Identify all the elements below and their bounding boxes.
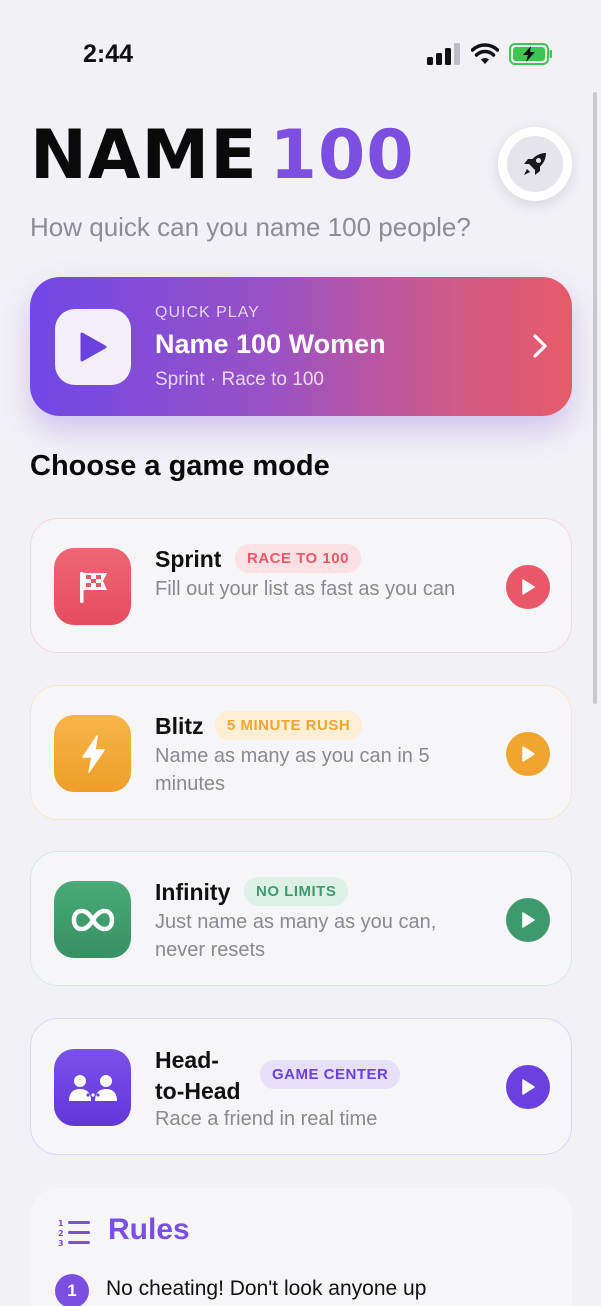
app-title-word: NAME <box>30 116 258 195</box>
cellular-signal-icon <box>427 43 460 65</box>
infinity-icon <box>71 908 114 931</box>
rocket-button[interactable] <box>498 127 572 201</box>
mode-title: Blitz <box>155 713 204 739</box>
rules-title: Rules <box>108 1213 190 1246</box>
numbered-list-icon: 1 2 3 <box>58 1219 90 1248</box>
play-button[interactable] <box>506 565 550 609</box>
play-icon <box>522 746 535 762</box>
play-icon <box>80 332 107 362</box>
rule-number-badge: 1 <box>55 1274 89 1306</box>
play-icon <box>522 579 535 595</box>
svg-text:1: 1 <box>58 1219 64 1228</box>
mode-card-sprint[interactable]: Sprint RACE TO 100 Fill out your list as… <box>30 518 572 653</box>
two-people-icon <box>68 1074 117 1101</box>
mode-icon-box <box>54 715 131 792</box>
mode-badge: NO LIMITS <box>244 877 349 906</box>
mode-badge: 5 MINUTE RUSH <box>215 711 363 740</box>
app-title: NAME 100 <box>30 116 415 195</box>
subtitle: How quick can you name 100 people? <box>30 212 471 242</box>
section-title: Choose a game mode <box>30 450 330 482</box>
play-button[interactable] <box>506 732 550 776</box>
mode-title: Infinity <box>155 879 231 905</box>
lightning-bolt-icon <box>81 734 105 773</box>
mode-badge: RACE TO 100 <box>235 544 361 573</box>
checkered-flag-icon <box>79 571 107 603</box>
mode-badge: GAME CENTER <box>260 1060 401 1089</box>
mode-description: Fill out your list as fast as you can <box>155 578 456 600</box>
mode-card-blitz[interactable]: Blitz 5 MINUTE RUSH Name as many as you … <box>30 685 572 820</box>
mode-title: Sprint <box>155 546 222 572</box>
status-time: 2:44 <box>83 40 134 68</box>
quick-play-title: Name 100 Women <box>155 329 386 359</box>
quick-play-icon-box <box>55 309 131 385</box>
svg-text:3: 3 <box>58 1239 64 1248</box>
rule-text: No cheating! Don't look anyone up <box>106 1277 427 1300</box>
battery-charging-icon <box>509 43 552 65</box>
play-button[interactable] <box>506 898 550 942</box>
mode-icon-box <box>54 548 131 625</box>
quick-play-eyebrow: QUICK PLAY <box>155 304 260 321</box>
mode-card-head-to-head[interactable]: Head- to-Head GAME CENTER Race a friend … <box>30 1018 572 1155</box>
quick-play-card[interactable]: QUICK PLAY Name 100 Women Sprint · Race … <box>30 277 572 416</box>
play-icon <box>522 912 535 928</box>
mode-description: Name as many as you can in 5 minutes <box>155 745 430 795</box>
wifi-icon <box>471 43 499 64</box>
play-icon <box>522 1079 535 1095</box>
mode-description: Just name as many as you can, never rese… <box>155 911 437 961</box>
mode-icon-box <box>54 881 131 958</box>
play-button[interactable] <box>506 1065 550 1109</box>
mode-card-infinity[interactable]: Infinity NO LIMITS Just name as many as … <box>30 851 572 986</box>
status-icons <box>427 43 553 65</box>
rocket-button-inner <box>507 136 563 192</box>
status-bar: 2:44 <box>0 0 601 110</box>
mode-icon-box <box>54 1049 131 1126</box>
rules-card: 1 2 3 Rules 1 No cheating! Don't look an… <box>30 1188 572 1306</box>
quick-play-subtitle: Sprint · Race to 100 <box>155 369 324 390</box>
scrollbar[interactable] <box>593 92 597 704</box>
mode-title: Head- to-Head <box>155 1045 241 1107</box>
mode-title-line1: Head- <box>155 1047 219 1073</box>
app-title-number: 100 <box>269 116 415 195</box>
mode-description: Race a friend in real time <box>155 1108 378 1130</box>
mode-title-line2: to-Head <box>155 1078 241 1104</box>
svg-text:2: 2 <box>58 1229 64 1238</box>
chevron-right-icon <box>533 334 547 358</box>
rocket-icon <box>524 153 546 175</box>
